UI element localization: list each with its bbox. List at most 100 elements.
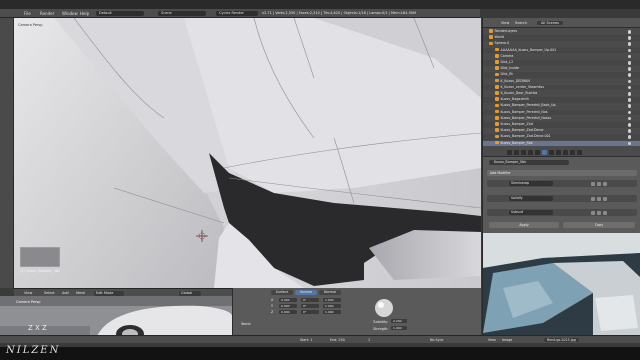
row-y-rot[interactable]: 0° [301, 304, 319, 308]
modifier-subsurf[interactable]: Subsurf [487, 209, 637, 216]
3d-cursor-icon[interactable] [196, 230, 208, 242]
row-z-loc[interactable]: 0.000 [279, 310, 297, 314]
modifier-name[interactable]: Shrinkwrap [509, 181, 553, 186]
add-modifier-button[interactable]: Add Modifier [487, 170, 637, 176]
menu-window[interactable]: Window [62, 11, 78, 16]
particles-tab-icon[interactable] [570, 150, 575, 155]
visibility-eye-icon[interactable] [627, 141, 631, 146]
outliner-item[interactable]: K_Kuzov_Door_Ruchka [483, 91, 640, 97]
modifier-solidify[interactable]: Solidify [487, 195, 637, 202]
visibility-eye-icon[interactable] [627, 67, 631, 71]
modifier-name[interactable]: Subsurf [509, 210, 553, 215]
current-frame[interactable]: 1 [368, 338, 370, 342]
outliner-item[interactable]: AAAAAAA_Kuzov_Bamper_Up.001 [483, 47, 640, 54]
row-x-loc[interactable]: 0.000 [279, 298, 297, 302]
visibility-eye-icon[interactable] [627, 123, 631, 127]
tab-surface[interactable]: Surface [271, 290, 293, 295]
outliner-search-menu[interactable]: Search [515, 21, 527, 25]
select-menu[interactable]: Select [44, 291, 55, 296]
outliner-item[interactable]: Disk_L2 [483, 60, 640, 66]
render-engine-select[interactable]: Cycles Render [216, 11, 258, 16]
outliner-item[interactable]: Kuzov_Bamper_Zad [483, 122, 640, 128]
visibility-eye-icon[interactable] [627, 61, 631, 65]
outliner-item[interactable]: K_Kuzov_center_Steamliss [483, 84, 640, 91]
sync-select[interactable]: No Sync [430, 338, 443, 342]
frame-start[interactable]: Start: 1 [300, 338, 312, 342]
modifier-toggle-icon[interactable] [603, 196, 607, 201]
constraint-tab-icon[interactable] [535, 150, 540, 155]
apply-button[interactable]: Apply [489, 222, 559, 228]
tool-shelf[interactable] [0, 18, 14, 288]
modifier-toggle-icon[interactable] [591, 196, 595, 201]
outliner-item[interactable]: Disk_Inside [483, 66, 640, 72]
mode-select[interactable]: Edit Mode [94, 290, 124, 296]
menu-help[interactable]: Help [80, 11, 89, 16]
outliner-item[interactable]: Disk_Rt [483, 72, 640, 78]
visibility-eye-icon[interactable] [627, 79, 631, 84]
visibility-eye-icon[interactable] [627, 110, 631, 115]
outliner-item[interactable]: RenderLayers [483, 29, 640, 35]
visibility-eye-icon[interactable] [627, 73, 631, 77]
modifier-tab-icon[interactable] [542, 150, 547, 155]
menu-render[interactable]: Render [40, 11, 54, 16]
row-x-scale[interactable]: 1.000 [323, 298, 341, 302]
copy-button[interactable]: Copy [563, 222, 635, 228]
outliner-item[interactable]: Camera [483, 54, 640, 60]
tab-volume[interactable]: Volume [295, 290, 317, 295]
visibility-eye-icon[interactable] [627, 98, 631, 102]
image-menu[interactable]: Image [502, 338, 512, 342]
outliner-item[interactable]: K_Kuzov_DEDRAN [483, 79, 640, 85]
image-view-menu[interactable]: View [488, 338, 496, 342]
visibility-eye-icon[interactable] [627, 42, 631, 46]
visibility-eye-icon[interactable] [627, 104, 631, 108]
row-y-loc[interactable]: 0.000 [279, 304, 297, 308]
modifier-toggle-icon[interactable] [597, 196, 601, 201]
scene-select[interactable]: Scene [158, 11, 206, 16]
object-tab-icon[interactable] [528, 150, 533, 155]
world-tab-icon[interactable] [521, 150, 526, 155]
modifier-shrinkwrap[interactable]: Shrinkwrap [487, 180, 637, 187]
physics-tab-icon[interactable] [577, 150, 582, 155]
outliner-item[interactable]: Kuzov_Bamper_Zad.Decor.001 [483, 134, 640, 140]
turbidity-value[interactable]: 2.200 [391, 319, 407, 323]
view-menu[interactable]: View [24, 291, 32, 296]
outliner-item[interactable]: Kuzov_Bamper_Sbk [483, 140, 640, 147]
outliner-item[interactable]: Sphere.0 [483, 41, 640, 47]
visibility-eye-icon[interactable] [627, 36, 631, 40]
image-editor[interactable] [482, 233, 640, 335]
outliner-filter-select[interactable]: All Scenes [537, 20, 563, 25]
layout-select[interactable]: Default [96, 11, 144, 16]
row-z-scale[interactable]: 1.000 [323, 310, 341, 314]
outliner-item[interactable]: Kuzov_Bamper_Zad.Decor [483, 128, 640, 134]
outliner-item[interactable]: Kuzov_Bagazhnik [483, 97, 640, 103]
pivot-select[interactable]: Global [179, 290, 201, 296]
modifier-toggle-icon[interactable] [603, 181, 607, 186]
row-x-rot[interactable]: 0° [301, 298, 319, 302]
mesh-menu[interactable]: Mesh [76, 291, 85, 296]
visibility-eye-icon[interactable] [627, 48, 631, 53]
outliner-view-menu[interactable]: View [501, 21, 509, 25]
visibility-eye-icon[interactable] [627, 116, 631, 121]
visibility-eye-icon[interactable] [627, 135, 631, 139]
visibility-eye-icon[interactable] [627, 129, 631, 133]
modifier-toggle-icon[interactable] [597, 210, 601, 215]
render-tab-icon[interactable] [507, 150, 512, 155]
outliner-item[interactable]: World [483, 35, 640, 41]
frame-end[interactable]: End: 250 [330, 338, 345, 342]
add-menu[interactable]: Add [62, 291, 69, 296]
image-file-select[interactable]: Rend.gs.2013.jpg [544, 337, 579, 342]
modifier-toggle-icon[interactable] [603, 210, 607, 215]
modifier-toggle-icon[interactable] [591, 181, 595, 186]
strength-value[interactable]: 1.000 [391, 326, 407, 330]
row-z-rot[interactable]: 0° [301, 310, 319, 314]
tab-normal[interactable]: Normal [319, 290, 341, 295]
visibility-eye-icon[interactable] [627, 54, 631, 59]
outliner-item[interactable]: Kuzov_Bamper_Perednii_Nos [483, 109, 640, 116]
modifier-name[interactable]: Solidify [509, 196, 553, 201]
visibility-eye-icon[interactable] [627, 92, 631, 96]
row-y-scale[interactable]: 1.000 [323, 304, 341, 308]
outliner-item[interactable]: Kuzov_Bamper_Perednii_Back_Up [483, 103, 640, 109]
outliner-item[interactable]: Kuzov_Bamper_Perednii_Nosss [483, 116, 640, 122]
scene-tab-icon[interactable] [514, 150, 519, 155]
modifier-toggle-icon[interactable] [591, 210, 595, 215]
